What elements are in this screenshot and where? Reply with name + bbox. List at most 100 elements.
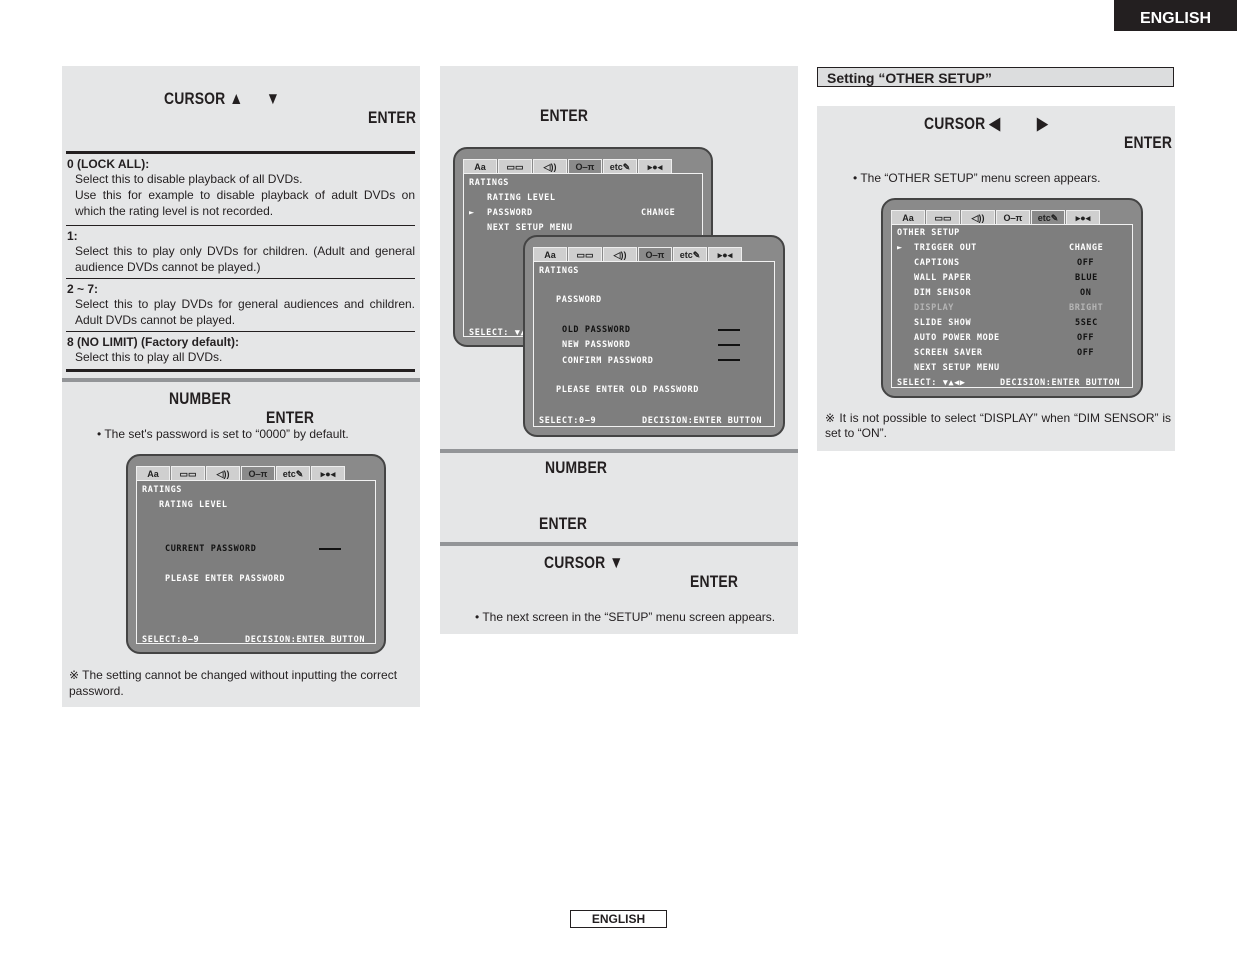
divider [66, 225, 415, 226]
middle-step2-panel [440, 453, 798, 542]
timer-tab-icon: ▸●◂ [311, 466, 345, 480]
osd-select-hint: SELECT: ▼▲◀▶ [897, 378, 966, 388]
osd-body: OTHER SETUP ► TRIGGER OUT CHANGE CAPTION… [891, 224, 1133, 388]
cursor-left-key: CURSOR ◀ [924, 114, 1001, 133]
menu-value-captions: OFF [1077, 258, 1095, 268]
menu-item-rating-level: RATING LEVEL [487, 193, 556, 203]
audio-tab-icon: ◁)) [206, 466, 240, 480]
key-tab-icon: O‒π [996, 210, 1030, 224]
osd-select-hint: SELECT:0−9 [539, 416, 597, 426]
key-tab-icon: O‒π [241, 466, 275, 480]
audio-tab-icon: ◁)) [603, 247, 637, 261]
password-input-dash [319, 548, 341, 550]
option-title: 1: [67, 229, 78, 243]
osd-password-change: Aa ▭▭ ◁)) O‒π etc✎ ▸●◂ RATINGS PASSWORD … [523, 235, 785, 437]
cursor-up-key: CURSOR ▲ [164, 89, 244, 108]
menu-item-wall-paper: WALL PAPER [914, 273, 972, 283]
number-key: NUMBER [169, 389, 232, 408]
osd-title: RATINGS [142, 485, 183, 495]
divider [66, 151, 415, 154]
other-tab-icon: etc✎ [276, 466, 310, 480]
option-text: Select this to disable playback of all D… [75, 172, 303, 186]
option-text: Use this for example to disable playback… [75, 188, 415, 218]
menu-value-password: CHANGE [641, 208, 676, 218]
osd-select-hint: SELECT:0−9 [142, 635, 200, 645]
osd-subtitle: RATING LEVEL [159, 500, 228, 510]
other-tab-icon: etc✎ [603, 159, 637, 173]
menu-value-auto-power-mode: OFF [1077, 333, 1095, 343]
menu-item-password: PASSWORD [487, 208, 533, 218]
footer-language-label: ENGLISH [570, 910, 667, 928]
picture-tab-icon: ▭▭ [171, 466, 205, 480]
footnote: ※ The setting cannot be changed without … [69, 668, 398, 698]
timer-tab-icon: ▸●◂ [1066, 210, 1100, 224]
language-tab-icon: Aa [891, 210, 925, 224]
menu-item-screen-saver: SCREEN SAVER [914, 348, 983, 358]
option-title: 2 ~ 7: [67, 282, 99, 296]
next-screen-note: • The next screen in the “SETUP” menu sc… [475, 610, 776, 624]
osd-other-setup: Aa ▭▭ ◁)) O‒π etc✎ ▸●◂ OTHER SETUP ► TRI… [881, 198, 1143, 398]
divider [66, 369, 415, 372]
osd-body: RATINGS PASSWORD OLD PASSWORD NEW PASSWO… [533, 261, 775, 427]
language-tab-icon: Aa [463, 159, 497, 173]
old-password-dash [718, 329, 740, 331]
audio-tab-icon: ◁)) [533, 159, 567, 173]
timer-tab-icon: ▸●◂ [638, 159, 672, 173]
other-tab-icon: etc✎ [1031, 210, 1065, 224]
enter-key: ENTER [690, 572, 739, 591]
osd-decision-hint: DECISION:ENTER BUTTON [1000, 378, 1121, 388]
cursor-right-key: ▶ [1037, 114, 1048, 133]
new-password-label: NEW PASSWORD [562, 340, 631, 350]
enter-key: ENTER [540, 106, 589, 125]
cursor-down-key: ▼ [266, 89, 280, 108]
osd-subtitle: PASSWORD [556, 295, 602, 305]
osd-decision-hint: DECISION:ENTER BUTTON [245, 635, 366, 645]
osd-tab-bar: Aa ▭▭ ◁)) O‒π etc✎ ▸●◂ [533, 247, 743, 261]
old-password-label: OLD PASSWORD [562, 325, 631, 335]
cursor-down-key: CURSOR ▼ [544, 553, 624, 572]
osd-title: RATINGS [469, 178, 510, 188]
section-title-other-setup: Setting “OTHER SETUP” [817, 67, 1174, 87]
other-tab-icon: etc✎ [673, 247, 707, 261]
menu-item-slide-show: SLIDE SHOW [914, 318, 972, 328]
option-text: Select this to play only DVDs for childr… [75, 244, 415, 274]
new-password-dash [718, 344, 740, 346]
osd-title: OTHER SETUP [897, 228, 960, 238]
menu-item-dim-sensor: DIM SENSOR [914, 288, 972, 298]
osd-body: RATINGS RATING LEVEL CURRENT PASSWORD PL… [136, 480, 376, 645]
option-title: 8 (NO LIMIT) (Factory default): [67, 335, 239, 349]
picture-tab-icon: ▭▭ [568, 247, 602, 261]
language-tab-icon: Aa [136, 466, 170, 480]
menu-value-display: BRIGHT [1069, 303, 1104, 313]
enter-key: ENTER [539, 514, 588, 533]
current-password-label: CURRENT PASSWORD [165, 544, 257, 554]
enter-key: ENTER [368, 108, 417, 127]
menu-item-trigger-out: TRIGGER OUT [914, 243, 977, 253]
footnote: ※ It is not possible to select “DISPLAY”… [825, 411, 1171, 440]
divider [66, 278, 415, 279]
menu-value-dim-sensor: ON [1080, 288, 1092, 298]
language-tab: ENGLISH [1114, 0, 1237, 31]
menu-value-trigger-out: CHANGE [1069, 243, 1104, 253]
osd-decision-hint: DECISION:ENTER BUTTON [642, 416, 763, 426]
option-title: 0 (LOCK ALL): [67, 157, 150, 171]
enter-key: ENTER [1124, 133, 1173, 152]
confirm-password-dash [718, 359, 740, 361]
language-tab-icon: Aa [533, 247, 567, 261]
menu-value-screen-saver: OFF [1077, 348, 1095, 358]
default-password-note: • The set's password is set to “0000” by… [97, 427, 349, 441]
audio-tab-icon: ◁)) [961, 210, 995, 224]
osd-prompt: PLEASE ENTER PASSWORD [165, 574, 286, 584]
selection-pointer-icon: ► [897, 243, 903, 253]
timer-tab-icon: ▸●◂ [708, 247, 742, 261]
confirm-password-label: CONFIRM PASSWORD [562, 356, 654, 366]
number-key: NUMBER [545, 458, 608, 477]
option-text: Select this to play DVDs for general aud… [75, 297, 415, 327]
osd-tab-bar: Aa ▭▭ ◁)) O‒π etc✎ ▸●◂ [136, 466, 346, 480]
osd-prompt: PLEASE ENTER OLD PASSWORD [556, 385, 699, 395]
menu-value-wall-paper: BLUE [1075, 273, 1098, 283]
enter-key: ENTER [266, 408, 315, 427]
divider [66, 331, 415, 332]
osd-title: RATINGS [539, 266, 580, 276]
osd-tab-bar: Aa ▭▭ ◁)) O‒π etc✎ ▸●◂ [891, 210, 1101, 224]
